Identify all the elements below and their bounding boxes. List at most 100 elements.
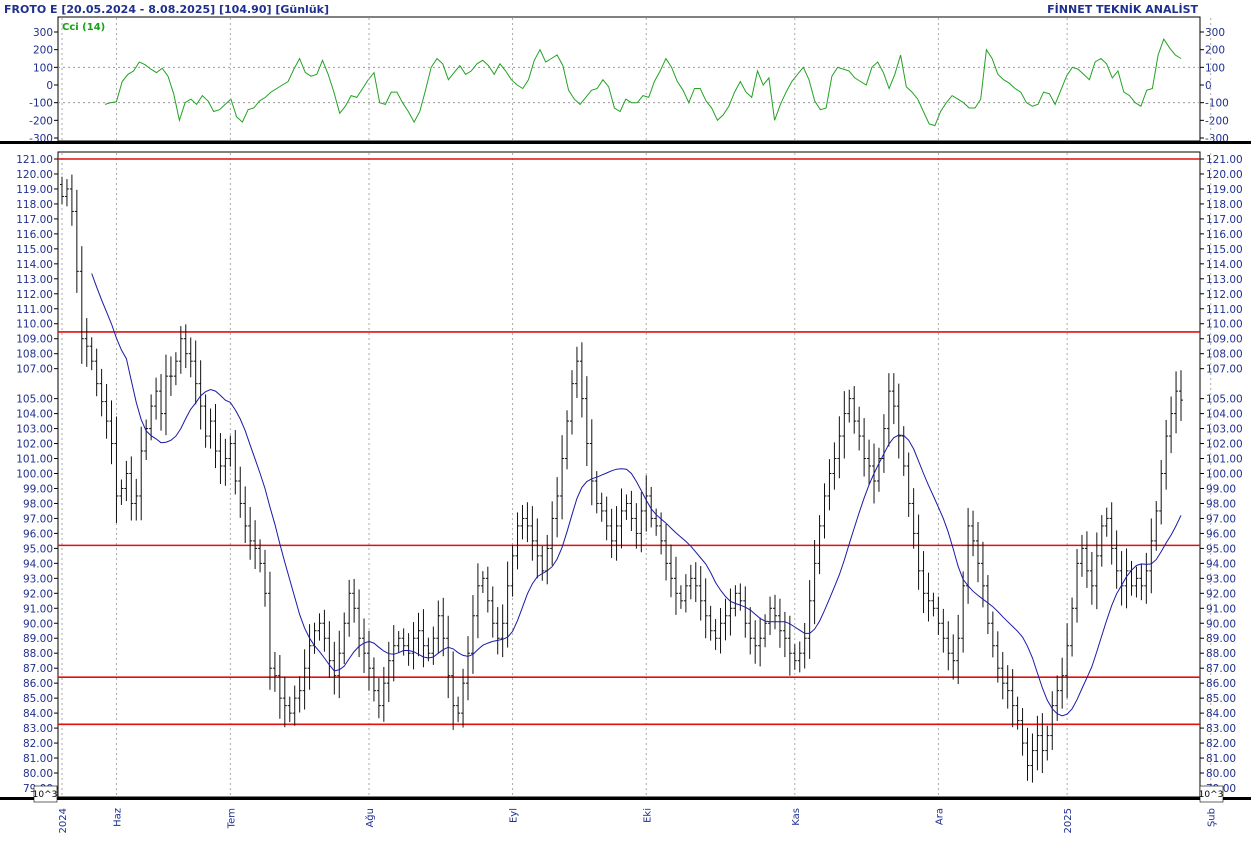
ohlc-bar [416,612,421,657]
ohlc-bar [218,433,223,484]
ohlc-bar [931,592,936,617]
price-tick-right: 85.00 [1206,693,1236,705]
cci-tick-left: 100 [33,62,53,74]
time-axis-label: Tem [226,808,237,829]
price-tick-left: 91.00 [23,603,53,615]
ohlc-bar [718,607,723,654]
ohlc-bar [480,571,485,594]
cci-panel-frame [57,16,1201,142]
ohlc-bar [535,518,540,579]
ohlc-bar [1104,507,1109,537]
ohlc-bar [723,598,728,641]
ohlc-bar [599,492,604,522]
price-tick-right: 104.00 [1206,409,1243,421]
time-axis-label: 2025 [1063,808,1074,833]
ohlc-bar [569,370,574,435]
ohlc-bar [926,572,931,622]
price-tick-right: 99.00 [1206,483,1236,495]
cci-tick-left: -200 [29,115,53,127]
price-tick-left: 110.00 [16,319,53,331]
ohlc-bar [1079,534,1084,577]
ohlc-bar [119,479,124,505]
price-tick-right: 91.00 [1206,603,1236,615]
price-tick-right: 101.00 [1206,454,1243,466]
ohlc-bar [139,426,144,521]
ohlc-bar [475,563,480,639]
price-tick-left: 102.00 [16,439,53,451]
ohlc-bar [188,337,193,378]
ohlc-bar [451,651,456,730]
ohlc-bar [307,624,312,690]
ohlc-bar [1169,396,1174,454]
ohlc-bar [639,492,644,553]
ohlc-bar [94,348,99,397]
ohlc-bar [347,579,352,637]
ohlc-bar [183,324,188,369]
ohlc-bar [248,507,253,560]
ohlc-bar [901,426,906,476]
ohlc-bar [362,618,367,673]
price-tick-left: 101.00 [16,454,53,466]
chart-source: FİNNET TEKNİK ANALİST [1047,2,1198,16]
ohlc-bar [971,510,976,557]
ohlc-bar [1099,515,1104,567]
price-tick-left: 81.00 [23,753,53,765]
ohlc-bar [733,585,738,617]
ohlc-bar [74,189,79,293]
ohlc-bar [436,600,441,654]
price-tick-right: 88.00 [1206,648,1236,660]
cci-tick-left: 300 [33,27,53,39]
cci-line [104,37,1182,127]
price-tick-left: 118.00 [16,199,53,211]
price-tick-right: 119.00 [1206,184,1243,196]
ohlc-bar [154,377,159,420]
time-axis-label: Ağu [364,808,376,828]
ohlc-bar [1109,502,1114,565]
ohlc-bar [381,666,386,722]
ohlc-bar [540,545,545,581]
ohlc-bar [163,354,168,436]
ohlc-bar [693,562,698,602]
price-tick-left: 119.00 [16,184,53,196]
price-tick-left: 121.00 [16,154,53,166]
ohlc-bar [753,620,758,664]
ohlc-bar [342,612,347,664]
ohlc-bar [1144,552,1149,604]
ohlc-bar [777,598,782,648]
ohlc-bar [916,514,921,590]
exponent-label-right: 10^3 [1199,790,1224,800]
ohlc-bar [89,337,94,371]
ohlc-bar [862,418,867,477]
ohlc-bar [1089,551,1094,605]
ohlc-bar [876,447,881,492]
cci-tick-left: 200 [33,45,53,57]
ohlc-bar [1154,501,1159,551]
price-tick-left: 93.00 [23,573,53,585]
ohlc-bar [936,596,941,635]
price-tick-left: 84.00 [23,708,53,720]
price-chart: FROTO E [20.05.2024 - 8.08.2025] [104.90… [0,2,1251,833]
ohlc-bar [990,611,995,658]
ohlc-bar [79,246,84,364]
ohlc-bar [515,512,520,570]
price-tick-left: 87.00 [23,663,53,675]
ohlc-bar [946,621,951,671]
ohlc-bar [1159,460,1164,525]
ohlc-bar [847,389,852,423]
price-tick-left: 86.00 [23,678,53,690]
ohlc-bar [589,419,594,506]
ohlc-bar [327,621,332,678]
cci-tick-right: -200 [1205,115,1229,127]
price-tick-left: 94.00 [23,558,53,570]
ohlc-bar [961,571,966,653]
price-tick-right: 100.00 [1206,469,1243,481]
ohlc-bar [520,504,525,540]
ohlc-bar [421,609,426,668]
ohlc-bar [173,352,178,386]
price-tick-left: 108.00 [16,349,53,361]
ohlc-bar [1084,531,1089,588]
price-tick-left: 98.00 [23,498,53,510]
ohlc-bar [827,459,832,511]
ohlc-bar [322,609,327,652]
cci-tick-left: 0 [46,80,53,92]
